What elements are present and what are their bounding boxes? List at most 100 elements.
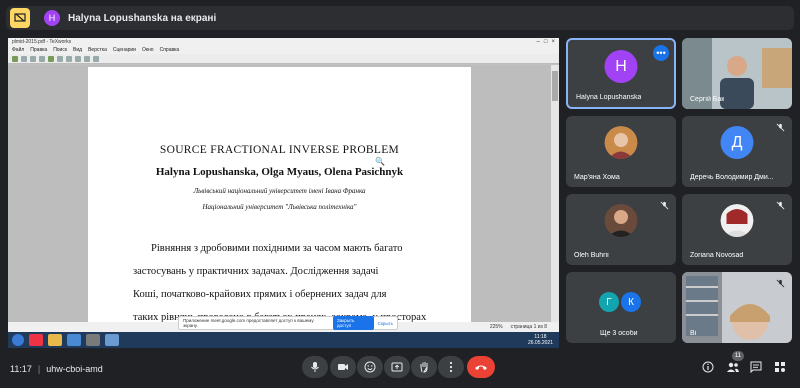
participant-tile[interactable]: Oleh Buhrii [566,194,676,265]
others-tile[interactable]: Г К Ще 3 особи [566,272,676,343]
toolbar-button[interactable] [39,55,45,62]
doc-line: застосувань у практичних задачах. Дослід… [133,266,379,277]
more-options-button[interactable] [438,356,464,378]
toolbar-button[interactable] [12,55,18,62]
participant-name: Мар'яна Хома [574,174,620,181]
end-call-button[interactable] [467,356,495,378]
mic-off-icon [658,199,670,211]
window-menubar: Файл Правка Поиск Вид Верстка Сценарии О… [8,46,559,54]
chat-icon[interactable] [748,359,764,375]
menu-item[interactable]: Справка [160,47,180,53]
hide-notice-link[interactable]: Скрыть [378,321,393,326]
raise-hand-button[interactable] [411,356,437,378]
presenter-avatar: H [44,10,60,26]
pdf-page: SOURCE FRACTIONAL INVERSE PROBLEM 🔍 Haly… [88,67,471,337]
separator: | [37,364,41,374]
start-icon[interactable] [12,334,24,346]
people-icon[interactable] [725,359,741,375]
doc-affiliation: Львівський національний університет імен… [193,187,366,195]
doc-title: SOURCE FRACTIONAL INVERSE PROBLEM [159,144,400,156]
texworks-icon[interactable] [86,334,100,346]
folder-icon[interactable] [48,334,62,346]
avatar: К [621,292,641,312]
sharing-notice: Приложение meet.google.com предоставляет… [178,316,398,330]
close-icon[interactable]: × [551,39,555,45]
hand-icon [420,362,427,373]
toolbar-button[interactable] [21,55,27,62]
doc-line: Коші, початково-крайових прямих і оберне… [133,289,387,300]
participant-tile[interactable]: Д Деречь Володимир Дми... [682,116,792,187]
meeting-code: uhw-cboi-amd [46,364,103,374]
participant-tile[interactable]: Сергій Бак [682,38,792,109]
participant-tile[interactable]: Zoriana Novosad [682,194,792,265]
toolbar-button[interactable] [93,55,99,62]
avatar: H [604,50,638,83]
toolbar-button[interactable] [84,55,90,62]
app-icon[interactable] [67,334,81,346]
menu-item[interactable]: Сценарии [113,47,136,53]
more-options-icon[interactable]: ••• [653,45,669,61]
camera-icon [338,364,348,370]
system-tray: 11:18 26.05.2021 [528,334,559,346]
camera-button[interactable] [330,356,356,378]
document-area: SOURCE FRACTIONAL INVERSE PROBLEM 🔍 Haly… [8,65,559,337]
system-clock: 11:18 26.05.2021 [528,334,553,346]
participant-name: Ві [690,330,697,337]
page-indicator: страница 1 из 8 [510,324,547,330]
window-toolbar [8,54,559,64]
more-vert-icon [449,361,453,373]
participant-tile[interactable]: H ••• Halyna Lopushanska [566,38,676,109]
zoom-level: 225% [489,324,503,330]
menu-item[interactable]: Верстка [88,47,107,53]
chrome-icon[interactable] [29,334,43,346]
toolbar-button[interactable] [57,55,63,62]
presenting-bar: H Halyna Lopushanska на екрані [6,6,794,30]
mic-off-icon [774,121,786,133]
avatar [604,126,638,159]
emoji-button[interactable] [357,356,383,378]
emoji-icon [364,361,376,373]
menu-item[interactable]: Вид [73,47,82,53]
toolbar-button[interactable] [48,55,54,62]
menu-item[interactable]: Правка [30,47,47,53]
info-icon[interactable] [700,359,716,375]
notice-text: Приложение meet.google.com предоставляет… [183,318,314,328]
toolbar-button[interactable] [75,55,81,62]
window-titlebar: plmid-2015.pdf - TeXworks – □ × [8,38,559,46]
avatar [604,204,638,237]
avatar: Г [599,292,619,312]
participant-name: Halyna Lopushanska [576,94,642,101]
mic-button[interactable] [302,356,328,378]
toolbar-button[interactable] [30,55,36,62]
meeting-time: 11:17 [10,364,32,374]
mic-off-icon [774,199,786,211]
app-icon[interactable] [105,334,119,346]
minimize-icon[interactable]: – [537,39,540,45]
participant-name: Oleh Buhrii [574,252,609,259]
windows-taskbar: 11:18 26.05.2021 [8,332,559,348]
doc-affiliation: Національний університет "Львівська полі… [202,203,357,211]
participant-tile[interactable]: Ві [682,272,792,343]
present-screen-icon[interactable] [10,8,30,28]
window-title: plmid-2015.pdf - TeXworks [12,39,72,45]
magnifier-icon: 🔍 [375,157,385,166]
meet-window: H Halyna Lopushanska на екрані plmid-201… [0,0,800,388]
toolbar-button[interactable] [66,55,72,62]
stop-sharing-button[interactable]: Закрыть доступ [333,316,374,330]
shared-screen: plmid-2015.pdf - TeXworks – □ × Файл Правк… [8,38,559,348]
menu-item[interactable]: Файл [12,47,24,53]
menu-item[interactable]: Поиск [53,47,67,53]
maximize-icon[interactable]: □ [544,39,548,45]
participant-tile[interactable]: Мар'яна Хома [566,116,676,187]
scrollbar[interactable] [551,65,559,335]
scroll-thumb[interactable] [552,71,558,101]
doc-line: Рівняння з дробовими похідними за часом … [151,243,403,254]
present-button[interactable] [384,356,410,378]
menu-item[interactable]: Окно [142,47,154,53]
activities-icon[interactable] [772,359,788,375]
doc-authors: Halyna Lopushanska, Olga Myaus, Olena Pa… [155,166,404,178]
participant-name: Zoriana Novosad [690,252,744,259]
avatar: Д [720,126,754,159]
clock-date: 26.05.2021 [527,340,553,346]
avatar [720,204,754,237]
